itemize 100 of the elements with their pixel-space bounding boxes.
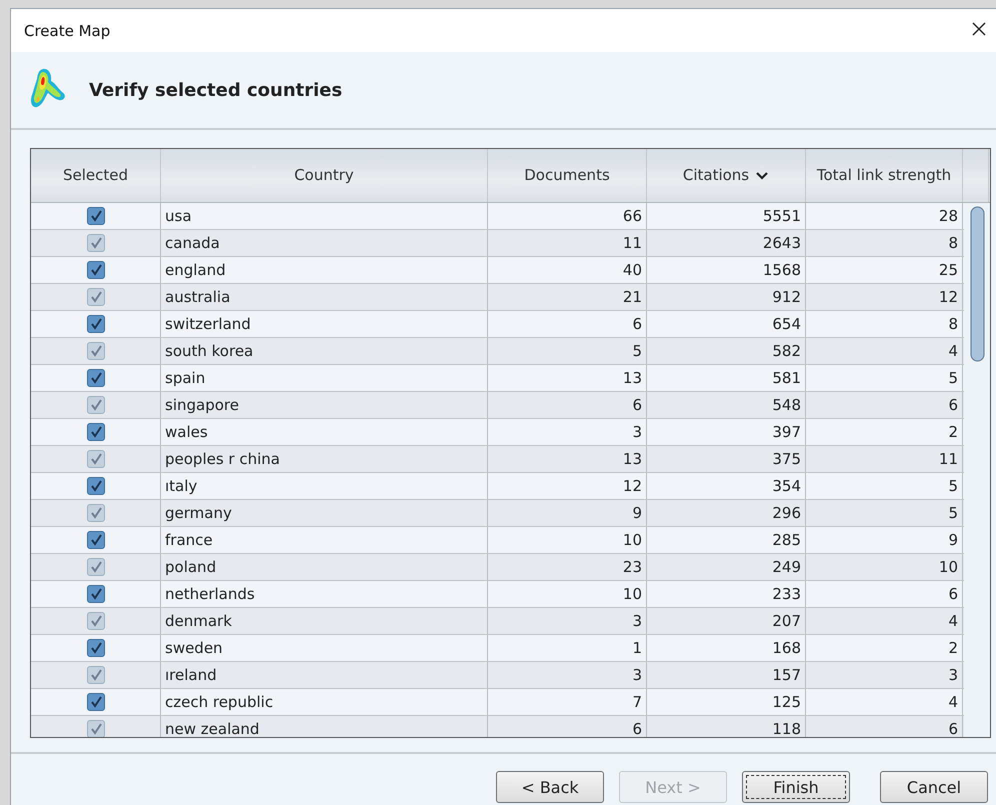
number-cell: 9 [806,527,963,553]
country-cell: germany [161,500,488,526]
sort-descending-icon [755,171,770,180]
number-cell: 3 [806,662,963,688]
country-cell: france [161,527,488,553]
country-cell: peoples r china [161,446,488,472]
dialog-button[interactable]: < Back [496,771,604,803]
country-cell: sweden [161,635,488,661]
number-cell: 4 [806,608,963,634]
number-cell: 7 [488,689,647,715]
number-cell: 4 [806,689,963,715]
checkbox[interactable] [86,234,104,252]
country-cell: spain [161,365,488,391]
number-cell: 168 [647,635,806,661]
country-cell: south korea [161,338,488,364]
country-cell: ıreland [161,662,488,688]
country-cell: switzerland [161,311,488,337]
number-cell: 581 [647,365,806,391]
number-cell: 233 [647,581,806,607]
close-icon [972,22,986,36]
number-cell: 6 [488,716,647,737]
checkbox[interactable] [86,261,104,279]
number-cell: 397 [647,419,806,445]
country-cell: netherlands [161,581,488,607]
country-cell: czech republic [161,689,488,715]
number-cell: 25 [806,257,963,283]
number-cell: 10 [488,527,647,553]
scrollbar-thumb[interactable] [970,206,984,362]
number-cell: 10 [806,554,963,580]
checkbox[interactable] [86,720,104,737]
number-cell: 66 [488,203,647,229]
number-cell: 2 [806,419,963,445]
window-title: Create Map [24,22,110,40]
number-cell: 8 [806,230,963,256]
number-cell: 5 [806,500,963,526]
checkbox[interactable] [86,477,104,495]
number-cell: 5551 [647,203,806,229]
number-cell: 12 [806,284,963,310]
number-cell: 6 [488,311,647,337]
dialog-button[interactable]: Cancel [880,771,988,803]
number-cell: 13 [488,446,647,472]
number-cell: 125 [647,689,806,715]
number-cell: 3 [488,608,647,634]
checkbox[interactable] [86,558,104,576]
checkbox[interactable] [86,531,104,549]
checkbox[interactable] [86,423,104,441]
number-cell: 21 [488,284,647,310]
number-cell: 2643 [647,230,806,256]
checkbox[interactable] [86,504,104,522]
country-cell: ıtaly [161,473,488,499]
checkbox[interactable] [86,585,104,603]
number-cell: 1 [488,635,647,661]
number-cell: 23 [488,554,647,580]
number-cell: 4 [806,338,963,364]
number-cell: 1568 [647,257,806,283]
number-cell: 207 [647,608,806,634]
number-cell: 2 [806,635,963,661]
number-cell: 11 [806,446,963,472]
country-cell: new zealand [161,716,488,737]
column-header[interactable]: Documents [488,149,647,202]
number-cell: 11 [488,230,647,256]
column-header[interactable]: Citations [647,149,806,202]
number-cell: 5 [806,365,963,391]
number-cell: 5 [806,473,963,499]
number-cell: 296 [647,500,806,526]
checkbox[interactable] [86,396,104,414]
checkbox[interactable] [86,369,104,387]
number-cell: 354 [647,473,806,499]
checkbox[interactable] [86,612,104,630]
number-cell: 285 [647,527,806,553]
number-cell: 9 [488,500,647,526]
checkbox[interactable] [86,342,104,360]
number-cell: 6 [806,581,963,607]
country-cell: australia [161,284,488,310]
column-header[interactable]: Country [161,149,488,202]
number-cell: 6 [806,392,963,418]
number-cell: 6 [806,716,963,737]
checkbox[interactable] [86,666,104,684]
number-cell: 654 [647,311,806,337]
number-cell: 3 [488,662,647,688]
checkbox[interactable] [86,315,104,333]
checkbox[interactable] [86,450,104,468]
number-cell: 157 [647,662,806,688]
checkbox[interactable] [86,207,104,225]
checkbox[interactable] [86,288,104,306]
country-cell: wales [161,419,488,445]
country-cell: usa [161,203,488,229]
number-cell: 5 [488,338,647,364]
country-cell: poland [161,554,488,580]
number-cell: 12 [488,473,647,499]
checkbox[interactable] [86,693,104,711]
number-cell: 249 [647,554,806,580]
number-cell: 548 [647,392,806,418]
column-header[interactable]: Selected [31,149,161,202]
country-cell: england [161,257,488,283]
dialog-button[interactable]: Finish [742,771,850,803]
number-cell: 8 [806,311,963,337]
column-header[interactable]: Total link strength [806,149,963,202]
page-heading: Verify selected countries [89,80,342,100]
checkbox[interactable] [86,639,104,657]
